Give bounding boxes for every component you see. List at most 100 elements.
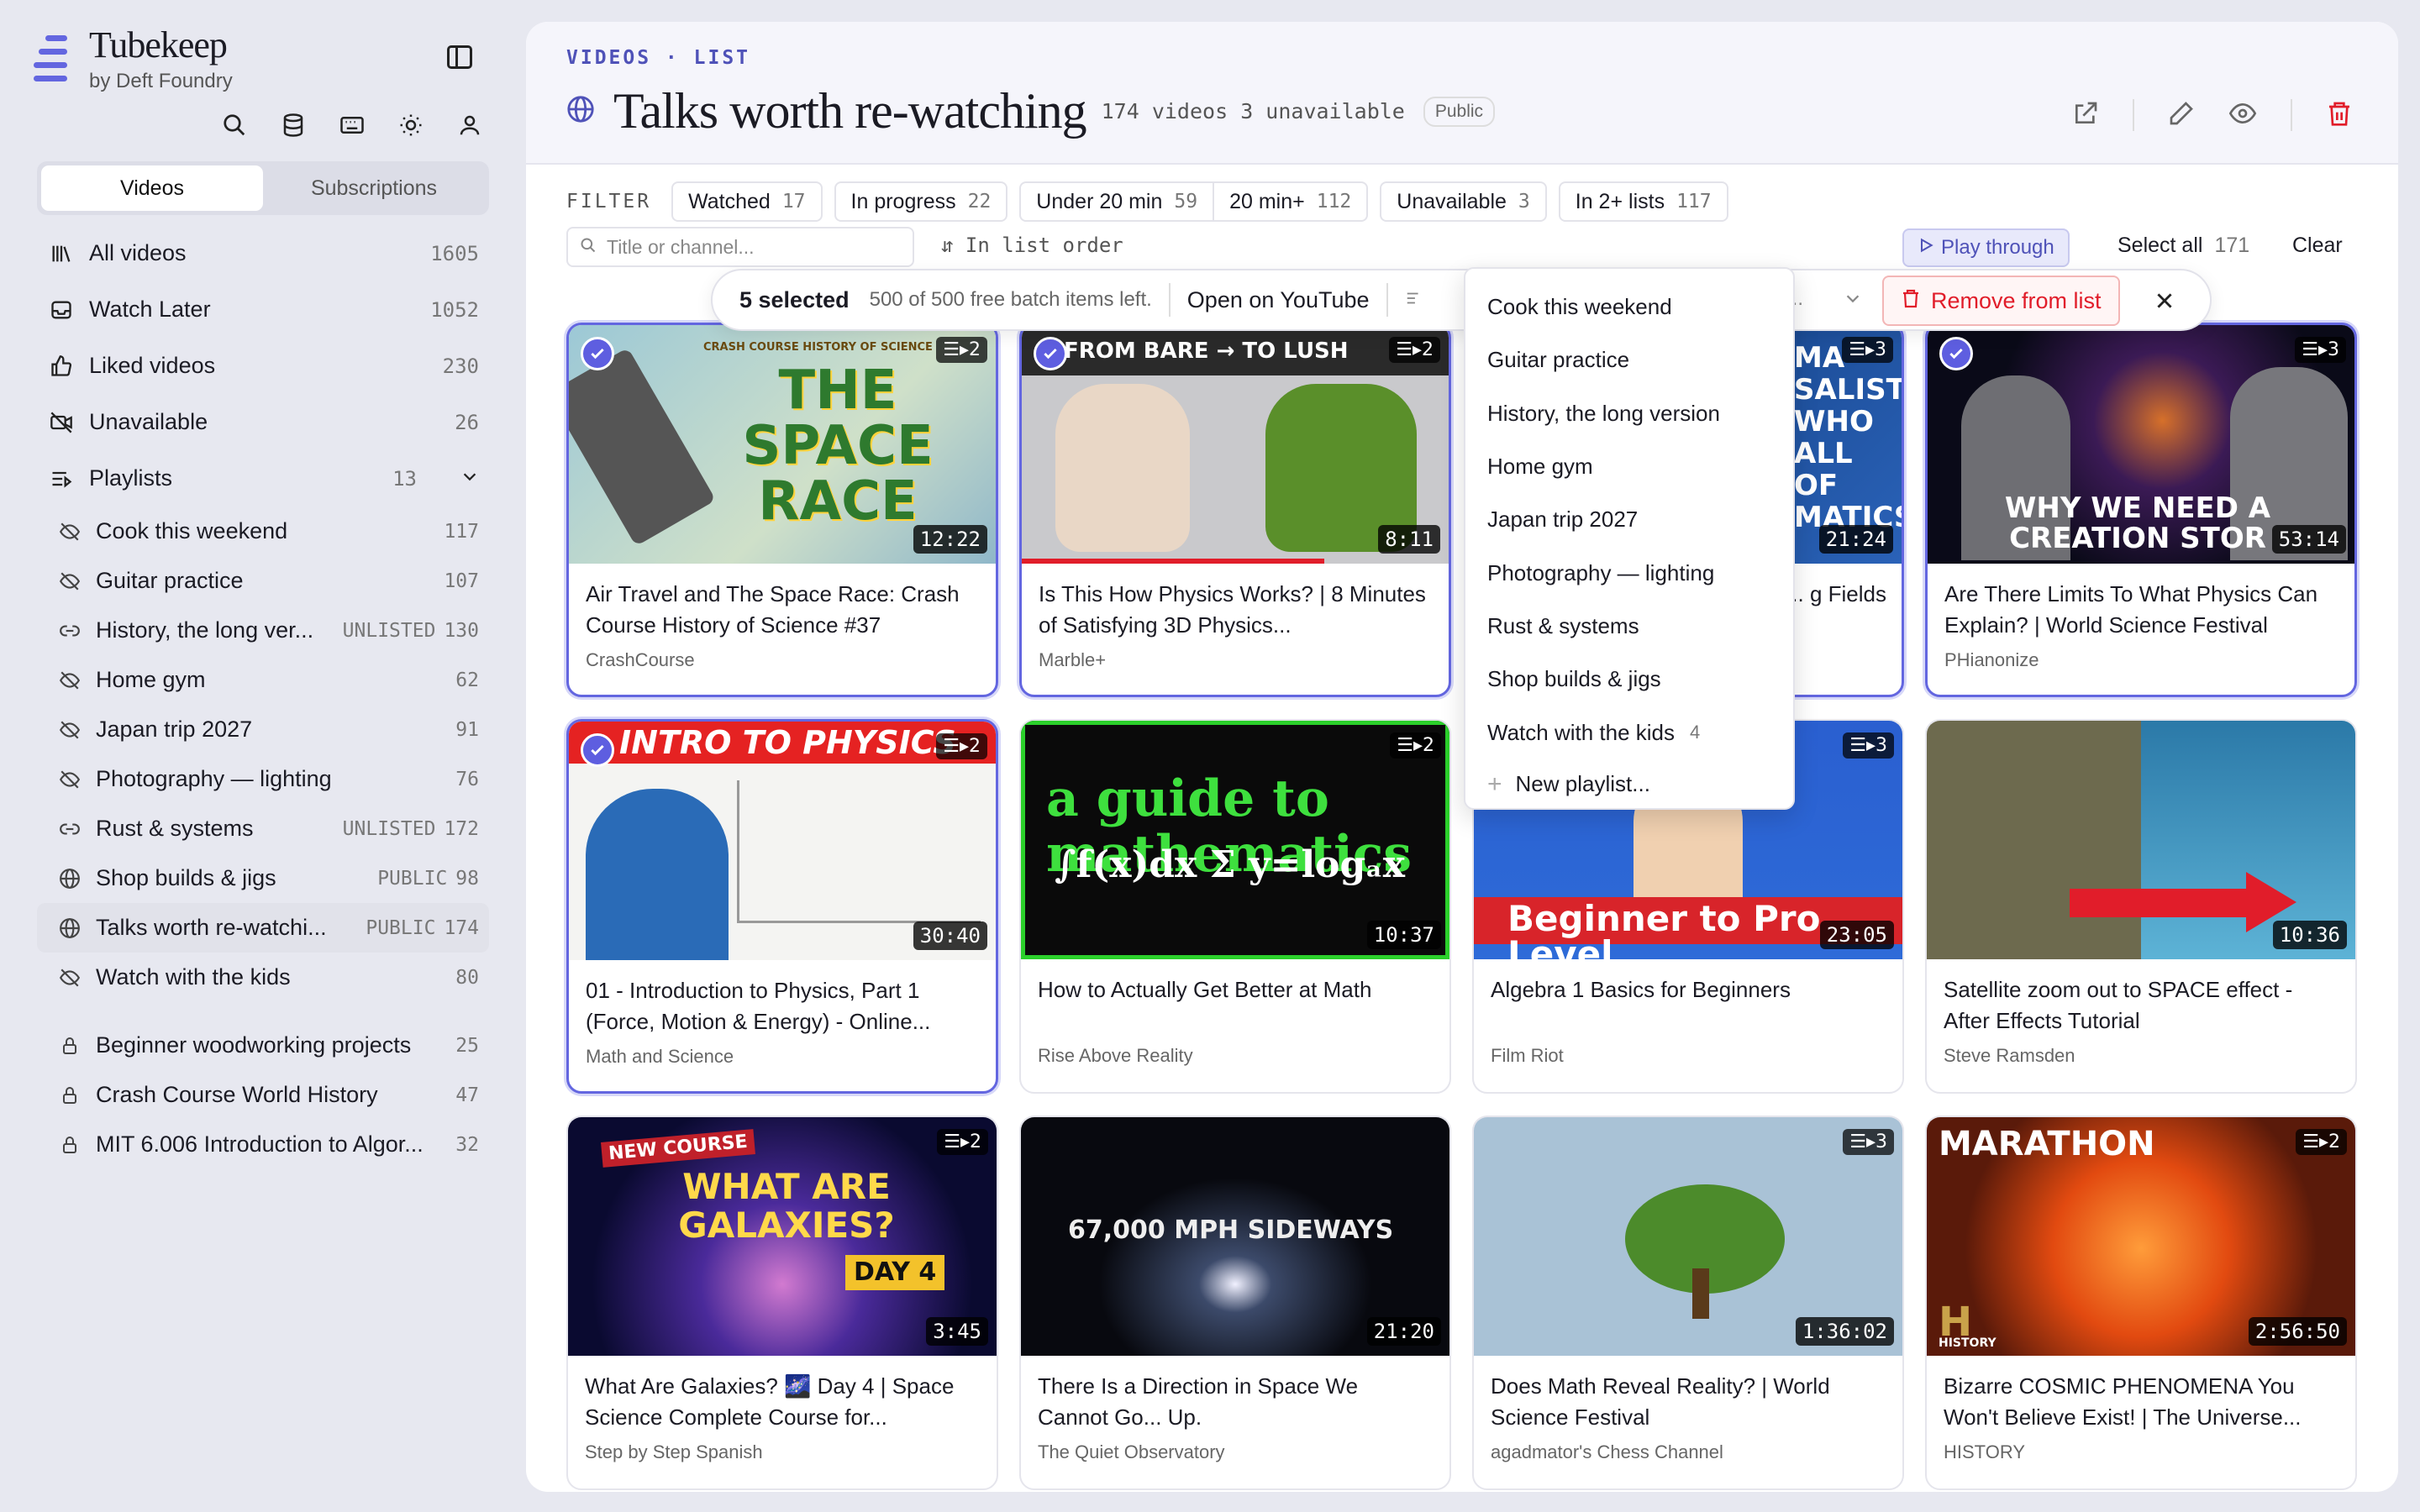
- database-icon[interactable]: [279, 111, 308, 139]
- video-title[interactable]: What Are Galaxies? 🌌 Day 4 | Space Scien…: [585, 1371, 981, 1433]
- playlist-item[interactable]: Talks worth re-watchi... PUBLIC 174: [37, 903, 489, 953]
- video-card[interactable]: WHY WE NEED A CREATION STOR ☰▸3 53:14 Are T…: [1925, 323, 2357, 697]
- channel-name[interactable]: HISTORY: [1944, 1441, 2340, 1463]
- video-card[interactable]: 67,000 MPH SIDEWAYS 21:20 There Is a Direc…: [1019, 1116, 1451, 1490]
- video-title[interactable]: Is This How Physics Works? | 8 Minutes o…: [1039, 579, 1434, 641]
- video-card[interactable]: 10:36 Satellite zoom out to SPACE effect …: [1925, 719, 2357, 1094]
- playlist-item[interactable]: Home gym 62: [37, 655, 489, 705]
- video-card[interactable]: ☰▸3 1:36:02 Does Math Reveal Reality? | Wo…: [1472, 1116, 1904, 1490]
- video-card[interactable]: NEW COURSE WHAT ARE GALAXIES? DAY 4 ☰▸2 3:45…: [566, 1116, 998, 1490]
- search-input[interactable]: Title or channel...: [566, 227, 914, 267]
- channel-name[interactable]: PHianonize: [1944, 649, 2339, 671]
- channel-name[interactable]: Math and Science: [586, 1046, 981, 1068]
- playlist-item[interactable]: Photography — lighting 76: [37, 754, 489, 804]
- filter-watched[interactable]: Watched 17: [671, 181, 823, 222]
- channel-name[interactable]: Steve Ramsden: [1944, 1045, 2340, 1067]
- select-all-button[interactable]: Select all 171: [2118, 234, 2249, 258]
- playlist-item[interactable]: Japan trip 2027 91: [37, 705, 489, 754]
- video-title[interactable]: Does Math Reveal Reality? | World Scienc…: [1491, 1371, 1887, 1433]
- chevron-down-icon[interactable]: [1844, 289, 1862, 312]
- video-thumbnail[interactable]: INTRO TO PHYSICS ☰▸2 30:40: [569, 722, 996, 960]
- user-icon[interactable]: [455, 111, 484, 139]
- nav-all-videos[interactable]: All videos 1605: [37, 225, 489, 281]
- eye-icon[interactable]: [2228, 100, 2257, 131]
- close-selection-icon[interactable]: [2146, 282, 2183, 319]
- search-icon[interactable]: [220, 111, 249, 139]
- channel-name[interactable]: Rise Above Reality: [1038, 1045, 1434, 1067]
- locked-playlist-item[interactable]: Crash Course World History 47: [37, 1070, 489, 1120]
- channel-name[interactable]: CrashCourse: [586, 649, 981, 671]
- nav-unavailable[interactable]: Unavailable 26: [37, 394, 489, 450]
- channel-name[interactable]: The Quiet Observatory: [1038, 1441, 1434, 1463]
- play-through-button[interactable]: Play through: [1902, 228, 2070, 267]
- channel-name[interactable]: Film Riot: [1491, 1045, 1887, 1067]
- nav-playlists[interactable]: Playlists 13: [37, 450, 489, 507]
- locked-playlist-item[interactable]: MIT 6.006 Introduction to Algor... 32: [37, 1120, 489, 1169]
- nav-liked-videos[interactable]: Liked videos 230: [37, 338, 489, 394]
- dropdown-playlist-option[interactable]: Home gym: [1465, 440, 1793, 493]
- filter-in-2-lists[interactable]: In 2+ lists 117: [1558, 181, 1728, 222]
- video-thumbnail[interactable]: CRASH COURSE HISTORY OF SCIENCE THE SPACE…: [569, 325, 996, 564]
- channel-name[interactable]: Marble+: [1039, 649, 1434, 671]
- external-link-icon[interactable]: [2072, 100, 2099, 131]
- tab-subscriptions[interactable]: Subscriptions: [263, 165, 485, 211]
- playlist-item[interactable]: Rust & systems UNLISTED 172: [37, 804, 489, 853]
- video-card[interactable]: FROM BARE → TO LUSH ☰▸2 8:11 Is This How Ph…: [1019, 323, 1451, 697]
- playlist-item[interactable]: Shop builds & jigs PUBLIC 98: [37, 853, 489, 903]
- open-youtube-button[interactable]: Open on YouTube: [1187, 287, 1370, 313]
- dropdown-playlist-option[interactable]: Photography — lighting: [1465, 546, 1793, 599]
- video-thumbnail[interactable]: a guide to mathematics ∫f(x)dx Σ y=logₐx ☰…: [1021, 721, 1449, 959]
- new-playlist-option[interactable]: + New playlist...: [1465, 759, 1793, 810]
- dropdown-playlist-option[interactable]: Japan trip 2027: [1465, 493, 1793, 546]
- dropdown-playlist-option[interactable]: Guitar practice: [1465, 333, 1793, 386]
- chevron-down-icon[interactable]: [460, 465, 479, 491]
- video-title[interactable]: There Is a Direction in Space We Cannot …: [1038, 1371, 1434, 1433]
- selected-check-icon[interactable]: [1939, 337, 1973, 370]
- playlist-item[interactable]: History, the long ver... UNLISTED 130: [37, 606, 489, 655]
- video-thumbnail[interactable]: ☰▸3 1:36:02: [1474, 1117, 1902, 1356]
- sun-icon[interactable]: [397, 111, 425, 139]
- filter-20-plus[interactable]: 20 min+ 112: [1214, 181, 1369, 222]
- playlist-item[interactable]: Watch with the kids 80: [37, 953, 489, 1002]
- filter-in-progress[interactable]: In progress 22: [834, 181, 1008, 222]
- video-card[interactable]: a guide to mathematics ∫f(x)dx Σ y=logₐx ☰…: [1019, 719, 1451, 1094]
- selected-check-icon[interactable]: [581, 337, 614, 370]
- video-thumbnail[interactable]: 67,000 MPH SIDEWAYS 21:20: [1021, 1117, 1449, 1356]
- video-title[interactable]: Satellite zoom out to SPACE effect - Aft…: [1944, 974, 2340, 1037]
- dropdown-playlist-option[interactable]: Cook this weekend: [1465, 281, 1793, 333]
- video-thumbnail[interactable]: MARATHON H HISTORY ☰▸2 2:56:50: [1927, 1117, 2355, 1356]
- filter-unavailable[interactable]: Unavailable 3: [1380, 181, 1547, 222]
- video-thumbnail[interactable]: WHY WE NEED A CREATION STOR ☰▸3 53:14: [1928, 325, 2354, 564]
- toggle-sidebar-icon[interactable]: [447, 45, 472, 69]
- add-to-playlist-icon[interactable]: [1405, 286, 1423, 314]
- video-title[interactable]: How to Actually Get Better at Math: [1038, 974, 1434, 1037]
- video-thumbnail[interactable]: NEW COURSE WHAT ARE GALAXIES? DAY 4 ☰▸2 3:45: [568, 1117, 997, 1356]
- filter-under-20[interactable]: Under 20 min 59: [1019, 181, 1215, 222]
- video-title[interactable]: Air Travel and The Space Race: Crash Cou…: [586, 579, 981, 641]
- selected-check-icon[interactable]: [1034, 337, 1067, 370]
- channel-name[interactable]: agadmator's Chess Channel: [1491, 1441, 1887, 1463]
- selected-check-icon[interactable]: [581, 733, 614, 767]
- video-title[interactable]: Bizarre COSMIC PHENOMENA You Won't Belie…: [1944, 1371, 2340, 1433]
- nav-watch-later[interactable]: Watch Later 1052: [37, 281, 489, 338]
- video-thumbnail[interactable]: FROM BARE → TO LUSH ☰▸2 8:11: [1022, 325, 1449, 564]
- locked-playlist-item[interactable]: Beginner woodworking projects 25: [37, 1021, 489, 1070]
- playlist-item[interactable]: Cook this weekend 117: [37, 507, 489, 556]
- video-title[interactable]: Algebra 1 Basics for Beginners: [1491, 974, 1887, 1037]
- dropdown-playlist-option[interactable]: Shop builds & jigs: [1465, 653, 1793, 706]
- tab-videos[interactable]: Videos: [41, 165, 263, 211]
- playlist-item[interactable]: Guitar practice 107: [37, 556, 489, 606]
- keyboard-icon[interactable]: [338, 111, 366, 139]
- trash-icon[interactable]: [2326, 100, 2353, 131]
- video-title[interactable]: 01 - Introduction to Physics, Part 1 (Fo…: [586, 975, 981, 1037]
- clear-button[interactable]: Clear: [2292, 234, 2343, 258]
- dropdown-playlist-option[interactable]: History, the long version: [1465, 387, 1793, 440]
- video-card[interactable]: INTRO TO PHYSICS ☰▸2 30:40 01 - Introductio…: [566, 719, 998, 1094]
- video-thumbnail[interactable]: 10:36: [1927, 721, 2355, 959]
- video-card[interactable]: CRASH COURSE HISTORY OF SCIENCE THE SPACE…: [566, 323, 998, 697]
- edit-icon[interactable]: [2168, 100, 2195, 131]
- video-card[interactable]: MARATHON H HISTORY ☰▸2 2:56:50 Bizarre COSMIC…: [1925, 1116, 2357, 1490]
- video-title[interactable]: Are There Limits To What Physics Can Exp…: [1944, 579, 2339, 641]
- remove-from-list-button[interactable]: Remove from list: [1882, 276, 2120, 326]
- channel-name[interactable]: Step by Step Spanish: [585, 1441, 981, 1463]
